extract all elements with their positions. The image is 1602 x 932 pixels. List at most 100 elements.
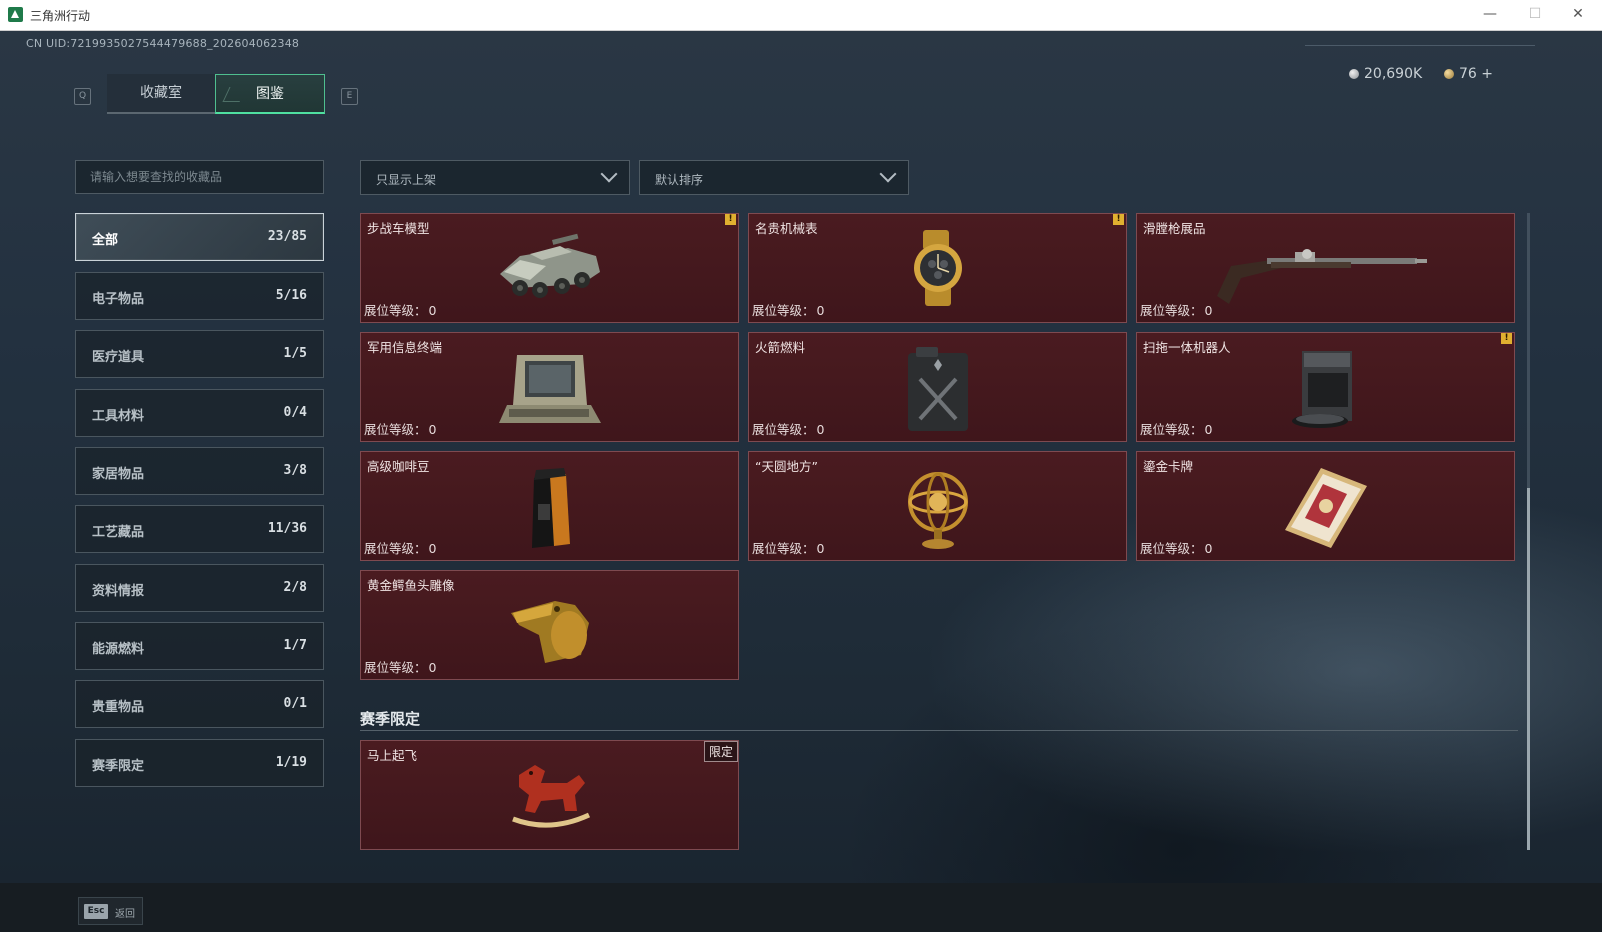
- category-season[interactable]: 赛季限定 1/19: [75, 739, 324, 787]
- booth-level: 展位等级： 0: [364, 538, 436, 557]
- alert-icon: !: [1501, 333, 1512, 344]
- booth-level: 展位等级： 0: [364, 300, 436, 319]
- item-card[interactable]: 火箭燃料 展位等级： 0: [748, 332, 1127, 442]
- category-electronics[interactable]: 电子物品 5/16: [75, 272, 324, 320]
- limited-badge: 限定: [703, 741, 738, 762]
- coffee-bag-icon: [531, 468, 570, 548]
- item-name: 步战车模型: [367, 221, 430, 236]
- key-hint-q: Q: [74, 88, 91, 105]
- bottom-bar: [0, 883, 1602, 932]
- section-title-season: 赛季限定: [360, 710, 421, 728]
- item-name: 军用信息终端: [367, 340, 443, 355]
- category-tools[interactable]: 工具材料 0/4: [75, 389, 324, 437]
- item-card[interactable]: “天圆地方” 展位等级： 0: [748, 451, 1127, 561]
- level-value: 0: [816, 303, 825, 318]
- level-value: 0: [428, 541, 437, 556]
- window-title: 三角洲行动: [30, 9, 91, 23]
- category-count: 1/19: [275, 755, 307, 770]
- gold-crocodile-icon: [510, 601, 589, 663]
- silver-coin-icon: [1349, 69, 1359, 79]
- show-filter-dropdown[interactable]: 只显示上架: [360, 160, 630, 195]
- booth-level: 展位等级： 0: [1140, 300, 1212, 319]
- tab-decoration-icon: [222, 87, 247, 102]
- minimize-icon[interactable]: —: [1480, 4, 1500, 24]
- category-count: 0/1: [283, 696, 307, 711]
- musket-icon: [1216, 249, 1427, 304]
- dropdown-value: 只显示上架: [376, 173, 437, 187]
- item-card[interactable]: 扫拖一体机器人 ! 展位等级： 0: [1136, 332, 1515, 442]
- jerrycan-icon: [907, 347, 968, 431]
- scrollbar-thumb[interactable]: [1527, 488, 1530, 850]
- alert-icon: !: [1113, 214, 1124, 225]
- search-box: [75, 160, 324, 194]
- level-value: 0: [1204, 541, 1213, 556]
- maximize-icon[interactable]: ☐: [1525, 4, 1545, 24]
- level-value: 0: [1204, 422, 1213, 437]
- category-label: 工艺藏品: [92, 525, 145, 540]
- item-card[interactable]: 黄金鳄鱼头雕像 展位等级： 0: [360, 570, 739, 680]
- category-household[interactable]: 家居物品 3/8: [75, 447, 324, 495]
- booth-level: 展位等级： 0: [364, 419, 436, 438]
- close-icon[interactable]: ✕: [1568, 4, 1588, 24]
- tab-label: 图鉴: [256, 86, 284, 102]
- level-label: 展位等级：: [752, 303, 815, 318]
- category-label: 工具材料: [92, 409, 145, 424]
- terminal-icon: [498, 355, 601, 423]
- item-name: 鎏金卡牌: [1143, 459, 1194, 474]
- level-label: 展位等级：: [364, 541, 427, 556]
- category-medical[interactable]: 医疗道具 1/5: [75, 330, 324, 378]
- booth-level: 展位等级： 0: [752, 300, 824, 319]
- item-card[interactable]: 军用信息终端 展位等级： 0: [360, 332, 739, 442]
- booth-level: 展位等级： 0: [1140, 538, 1212, 557]
- sort-dropdown[interactable]: 默认排序: [639, 160, 909, 195]
- currency-silver[interactable]: 20,690K: [1349, 66, 1422, 82]
- level-label: 展位等级：: [1140, 541, 1203, 556]
- item-card[interactable]: 高级咖啡豆 展位等级： 0: [360, 451, 739, 561]
- level-label: 展位等级：: [752, 422, 815, 437]
- booth-level: 展位等级： 0: [1140, 419, 1212, 438]
- rocking-horse-icon: [511, 765, 590, 828]
- item-card[interactable]: 鎏金卡牌 展位等级： 0: [1136, 451, 1515, 561]
- section-divider: [360, 730, 1518, 731]
- category-count: 2/8: [283, 580, 307, 595]
- booth-level: 展位等级： 0: [752, 419, 824, 438]
- apc-model-icon: [499, 233, 600, 298]
- currency-value: 76 +: [1459, 66, 1493, 82]
- category-valuables[interactable]: 贵重物品 0/1: [75, 680, 324, 728]
- item-card[interactable]: 马上起飞 限定: [360, 740, 739, 850]
- item-name: 高级咖啡豆: [367, 459, 430, 474]
- scrollbar[interactable]: [1527, 213, 1530, 850]
- watch-icon: [913, 230, 962, 306]
- item-card[interactable]: 滑膛枪展品 展位等级： 0: [1136, 213, 1515, 323]
- window-titlebar: 三角洲行动 — ☐ ✕: [0, 0, 1602, 31]
- robot-vacuum-icon: [1291, 351, 1352, 428]
- category-count: 3/8: [283, 463, 307, 478]
- back-button[interactable]: Esc 返回: [78, 897, 143, 925]
- level-label: 展位等级：: [752, 541, 815, 556]
- tab-catalog[interactable]: 图鉴: [215, 74, 325, 114]
- category-intel[interactable]: 资料情报 2/8: [75, 564, 324, 612]
- search-input[interactable]: [76, 161, 323, 193]
- category-crafts[interactable]: 工艺藏品 11/36: [75, 505, 324, 553]
- category-all[interactable]: 全部 23/85: [75, 213, 324, 261]
- app-logo-icon: [8, 7, 23, 22]
- category-fuel[interactable]: 能源燃料 1/7: [75, 622, 324, 670]
- level-value: 0: [428, 422, 437, 437]
- tab-bar: 收藏室 图鉴: [107, 74, 325, 114]
- tab-label: 收藏室: [140, 85, 182, 101]
- category-label: 能源燃料: [92, 642, 145, 657]
- category-label: 赛季限定: [92, 759, 145, 774]
- item-name: 滑膛枪展品: [1143, 221, 1206, 236]
- level-label: 展位等级：: [364, 303, 427, 318]
- item-card[interactable]: 步战车模型 ! 展位等级： 0: [360, 213, 739, 323]
- tab-collection-room[interactable]: 收藏室: [107, 74, 215, 114]
- item-card[interactable]: 名贵机械表 ! 展位等级： 0: [748, 213, 1127, 323]
- category-count: 1/5: [283, 346, 307, 361]
- level-value: 0: [428, 303, 437, 318]
- category-count: 23/85: [267, 229, 307, 244]
- category-count: 11/36: [267, 521, 307, 536]
- player-uid: CN UID:7219935027544479688_202604062348: [26, 37, 300, 50]
- level-value: 0: [816, 422, 825, 437]
- currency-gold[interactable]: 76 +: [1444, 66, 1493, 82]
- currency-value: 20,690K: [1364, 66, 1423, 82]
